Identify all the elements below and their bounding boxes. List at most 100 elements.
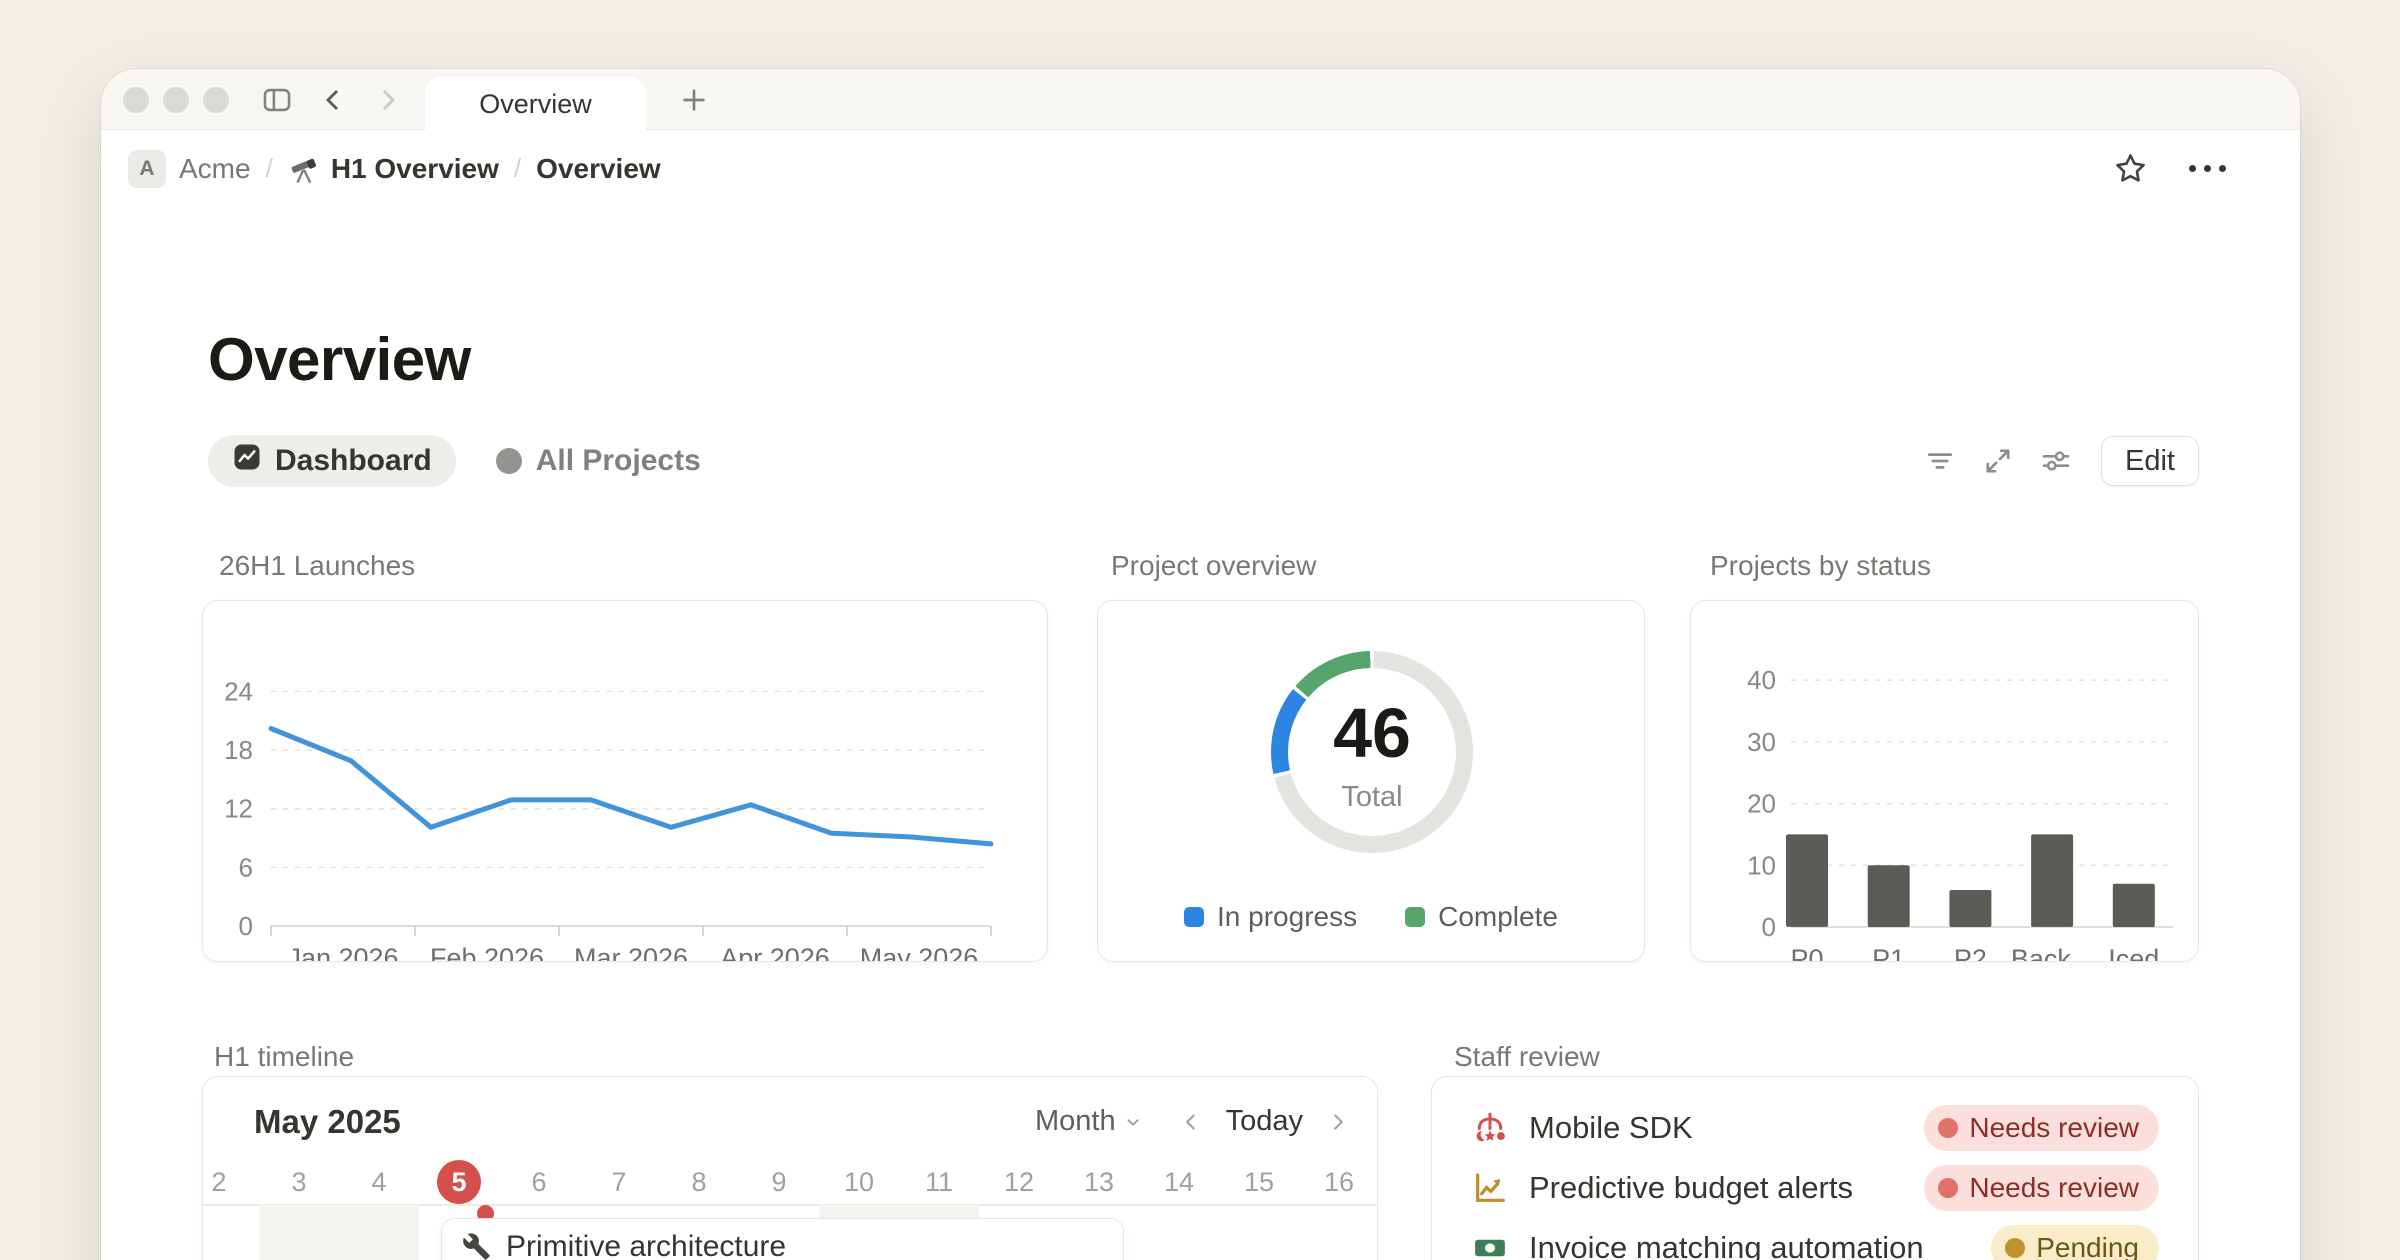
timeline-date-6[interactable]: 6	[499, 1160, 579, 1204]
breadcrumb-separator: /	[266, 153, 273, 184]
donut-chart-card: 46 Total In progress Complete	[1097, 600, 1645, 962]
svg-text:6: 6	[239, 852, 253, 882]
timeline-view-selector[interactable]: Month	[1035, 1105, 1144, 1138]
timeline-event-primitive-architecture[interactable]: Primitive architecture	[441, 1218, 1124, 1260]
status-badge[interactable]: Needs review	[1924, 1165, 2159, 1211]
favorite-star-icon[interactable]	[2112, 150, 2149, 187]
svg-text:P0: P0	[1790, 944, 1823, 962]
svg-text:20: 20	[1747, 789, 1776, 819]
merge-icon	[1471, 1109, 1509, 1147]
legend-complete: Complete	[1405, 901, 1558, 933]
timeline-date-7[interactable]: 7	[579, 1160, 659, 1204]
breadcrumb-workspace[interactable]: Acme	[179, 153, 251, 185]
timeline-date-2[interactable]: 2	[202, 1160, 259, 1204]
timeline-next-icon[interactable]	[1325, 1109, 1351, 1135]
svg-text:10: 10	[1747, 850, 1776, 880]
tab-dashboard-label: Dashboard	[275, 444, 432, 478]
timeline-date-8[interactable]: 8	[659, 1160, 739, 1204]
traffic-light-minimize-icon[interactable]	[163, 87, 189, 113]
filter-icon[interactable]	[1923, 444, 1957, 478]
timeline-date-12[interactable]: 12	[979, 1160, 1059, 1204]
section-title-staff-review: Staff review	[1454, 1041, 1600, 1073]
status-label: Needs review	[1969, 1172, 2139, 1204]
section-title-timeline: H1 timeline	[214, 1041, 354, 1073]
launches-line-chart: 24181260Jan 2026Feb 2026Mar 2026Apr 2026…	[271, 637, 991, 962]
timeline-date-5[interactable]: 5	[419, 1160, 499, 1204]
timeline-prev-icon[interactable]	[1178, 1109, 1204, 1135]
staff-review-row[interactable]: Predictive budget alerts Needs review	[1471, 1158, 2159, 1218]
tab-all-projects[interactable]: All Projects	[496, 444, 701, 478]
donut-total-label: Total	[1271, 781, 1473, 814]
chart-title-launches: 26H1 Launches	[219, 550, 415, 582]
staff-item-title: Predictive budget alerts	[1529, 1170, 1853, 1206]
svg-text:12: 12	[224, 794, 253, 824]
svg-text:Apr 2026: Apr 2026	[720, 943, 830, 962]
svg-text:Iced: Iced	[2108, 944, 2159, 962]
svg-text:Feb 2026: Feb 2026	[430, 943, 544, 962]
breadcrumb: A Acme / H1 Overview / Overview	[101, 130, 2300, 207]
tab-all-projects-label: All Projects	[536, 444, 701, 478]
forward-icon[interactable]	[373, 85, 403, 115]
new-tab-icon[interactable]	[678, 84, 710, 116]
timeline-date-13[interactable]: 13	[1059, 1160, 1139, 1204]
chart-up-icon	[1471, 1169, 1509, 1207]
svg-text:Jan 2026: Jan 2026	[287, 943, 398, 962]
donut-total-value: 46	[1271, 693, 1473, 773]
staff-item-title: Mobile SDK	[1529, 1110, 1693, 1146]
timeline-month-title: May 2025	[254, 1103, 401, 1141]
breadcrumb-current[interactable]: Overview	[536, 153, 661, 185]
weekend-shading	[259, 1205, 339, 1260]
chart-title-project-overview: Project overview	[1111, 550, 1316, 582]
timeline-date-9[interactable]: 9	[739, 1160, 819, 1204]
line-chart-card: 24181260Jan 2026Feb 2026Mar 2026Apr 2026…	[202, 600, 1048, 962]
breadcrumb-parent[interactable]: H1 Overview	[331, 153, 499, 185]
svg-text:0: 0	[239, 911, 253, 941]
timeline-date-3[interactable]: 3	[259, 1160, 339, 1204]
edit-button[interactable]: Edit	[2101, 436, 2199, 486]
status-label: Pending	[2036, 1232, 2139, 1260]
staff-review-card: Mobile SDKNeeds reviewPredictive budget …	[1431, 1076, 2199, 1260]
sidebar-toggle-icon[interactable]	[260, 83, 294, 117]
svg-text:0: 0	[1762, 912, 1776, 942]
staff-review-row[interactable]: Invoice matching automationPending	[1471, 1218, 2159, 1260]
expand-icon[interactable]	[1981, 444, 2015, 478]
chevron-down-icon	[1122, 1111, 1144, 1133]
page-title: Overview	[208, 325, 471, 394]
timeline-date-15[interactable]: 15	[1219, 1160, 1299, 1204]
tab-dashboard[interactable]: Dashboard	[208, 435, 456, 487]
svg-text:Mar 2026: Mar 2026	[574, 943, 688, 962]
staff-review-row[interactable]: Mobile SDK Needs review	[1471, 1098, 2159, 1158]
page-content: Overview Dashboard All Projects	[101, 207, 2300, 1260]
legend-swatch-green	[1405, 907, 1425, 927]
timeline-date-4[interactable]: 4	[339, 1160, 419, 1204]
back-icon[interactable]	[318, 85, 348, 115]
settings-sliders-icon[interactable]	[2039, 444, 2073, 478]
tab-title: Overview	[479, 89, 592, 120]
donut-legend: In progress Complete	[1098, 901, 1644, 933]
timeline-card: May 2025 Month Today	[202, 1076, 1378, 1260]
timeline-today-button[interactable]: Today	[1226, 1105, 1303, 1138]
wrench-icon	[462, 1232, 491, 1260]
timeline-date-11[interactable]: 11	[899, 1160, 979, 1204]
chart-title-projects-by-status: Projects by status	[1710, 550, 1931, 582]
status-badge[interactable]: Pending	[1991, 1225, 2159, 1260]
traffic-light-close-icon[interactable]	[123, 87, 149, 113]
circle-icon	[496, 448, 522, 474]
timeline-date-14[interactable]: 14	[1139, 1160, 1219, 1204]
browser-tab[interactable]: Overview	[425, 77, 646, 132]
svg-text:24: 24	[224, 676, 253, 706]
browser-chrome: Overview	[101, 69, 2300, 130]
workspace-avatar[interactable]: A	[128, 150, 166, 188]
svg-text:P1: P1	[1872, 944, 1905, 962]
svg-text:May 2026: May 2026	[860, 943, 979, 962]
timeline-date-10[interactable]: 10	[819, 1160, 899, 1204]
desktop-background: Overview A Acme / H1 Overview / Overview	[0, 0, 2400, 1260]
traffic-light-zoom-icon[interactable]	[203, 87, 229, 113]
more-options-icon[interactable]	[2189, 165, 2226, 172]
telescope-icon	[288, 152, 322, 186]
svg-text:Back...: Back...	[2011, 944, 2094, 962]
status-badge[interactable]: Needs review	[1924, 1105, 2159, 1151]
timeline-grid: Primitive architecture Explore entry pat…	[203, 1205, 1377, 1260]
status-dot-icon	[2005, 1238, 2025, 1258]
timeline-date-16[interactable]: 16	[1299, 1160, 1378, 1204]
